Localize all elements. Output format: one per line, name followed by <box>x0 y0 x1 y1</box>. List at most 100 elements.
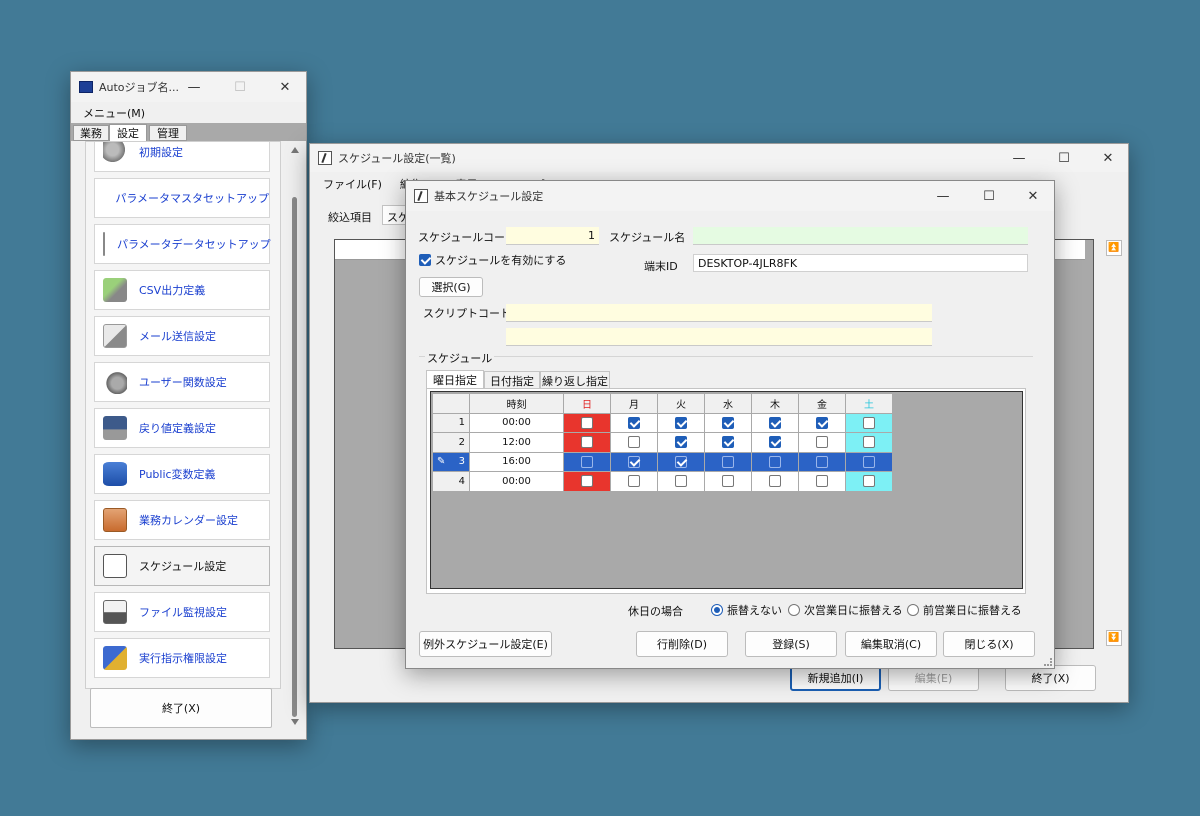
day-cell[interactable] <box>798 432 846 453</box>
menu-item-file-watch[interactable]: ファイル監視設定 <box>94 592 270 632</box>
checked-checkbox-icon[interactable] <box>769 436 781 449</box>
unchecked-checkbox-icon[interactable] <box>863 475 875 488</box>
schedule-list-titlebar[interactable]: スケジュール設定(一覧) — ☐ ✕ <box>310 144 1128 172</box>
script-code-field[interactable] <box>506 304 932 322</box>
day-cell[interactable] <box>798 412 846 433</box>
tab-date[interactable]: 日付指定 <box>484 371 540 389</box>
resize-grip-icon[interactable] <box>1044 658 1052 666</box>
row-number[interactable]: 1 <box>432 412 470 433</box>
menu-item-return-value[interactable]: 戻り値定義設定 <box>94 408 270 448</box>
maximize-icon[interactable]: ☐ <box>217 72 263 102</box>
menu-item-initial-settings[interactable]: 初期設定 <box>94 142 270 172</box>
unchecked-checkbox-icon[interactable] <box>581 475 593 488</box>
unchecked-checkbox-icon[interactable] <box>675 475 687 488</box>
table-row[interactable]: 4 00:00 <box>432 471 893 492</box>
day-cell[interactable] <box>751 471 799 492</box>
close-icon[interactable]: ✕ <box>1010 181 1056 211</box>
day-cell[interactable] <box>657 471 705 492</box>
checked-checkbox-icon[interactable] <box>816 416 828 429</box>
tab-weekday[interactable]: 曜日指定 <box>426 370 484 389</box>
row-number[interactable]: ✎ 3 <box>432 451 470 472</box>
day-cell[interactable] <box>610 432 658 453</box>
holiday-option-none[interactable]: 振替えない <box>711 602 782 618</box>
maximize-icon[interactable]: ☐ <box>1041 144 1087 172</box>
time-cell[interactable]: 00:00 <box>469 412 564 433</box>
day-cell[interactable] <box>798 471 846 492</box>
maximize-icon[interactable]: ☐ <box>966 181 1012 211</box>
schedule-code-field[interactable]: 1 <box>506 227 599 245</box>
day-cell[interactable] <box>845 432 893 453</box>
tab-repeat[interactable]: 繰り返し指定 <box>540 371 610 389</box>
day-cell[interactable] <box>704 412 752 433</box>
menu-item-menu[interactable]: メニュー(M) <box>83 105 145 121</box>
close-dialog-button[interactable]: 閉じる(X) <box>943 631 1035 657</box>
move-top-icon[interactable]: ⏫ <box>1106 240 1122 256</box>
unchecked-checkbox-icon[interactable] <box>581 416 593 429</box>
enable-schedule-checkbox[interactable]: スケジュールを有効にする <box>419 252 566 268</box>
move-bottom-icon[interactable]: ⏬ <box>1106 630 1122 646</box>
checked-checkbox-icon[interactable] <box>675 436 687 449</box>
tab-business[interactable]: 業務 <box>73 125 109 141</box>
menu-item-mail-settings[interactable]: メール送信設定 <box>94 316 270 356</box>
day-cell[interactable] <box>657 432 705 453</box>
minimize-icon[interactable]: — <box>920 181 966 211</box>
menu-item-user-function[interactable]: ユーザー関数設定 <box>94 362 270 402</box>
unchecked-checkbox-icon[interactable] <box>628 475 640 488</box>
day-cell[interactable] <box>610 412 658 433</box>
select-button[interactable]: 選択(G) <box>419 277 483 297</box>
weekday-grid[interactable]: 時刻 日 月 火 水 木 金 土 1 00:00 2 12:00 ✎ 3 16:00 4… <box>430 391 1023 589</box>
delete-row-button[interactable]: 行削除(D) <box>636 631 728 657</box>
cancel-edit-button[interactable]: 編集取消(C) <box>845 631 937 657</box>
minimize-icon[interactable]: — <box>171 72 217 102</box>
menu-item-execution-permission[interactable]: 実行指示権限設定 <box>94 638 270 678</box>
day-cell[interactable] <box>751 432 799 453</box>
checked-checkbox-icon[interactable] <box>722 436 734 449</box>
close-icon[interactable]: ✕ <box>1085 144 1131 172</box>
row-number[interactable]: 4 <box>432 471 470 492</box>
unchecked-checkbox-icon[interactable] <box>816 475 828 488</box>
day-cell[interactable] <box>751 412 799 433</box>
menu-item-schedule-settings[interactable]: スケジュール設定 <box>94 546 270 586</box>
holiday-option-prev[interactable]: 前営業日に振替える <box>907 602 1022 618</box>
close-icon[interactable]: ✕ <box>262 72 308 102</box>
unchecked-checkbox-icon[interactable] <box>722 455 734 468</box>
minimize-icon[interactable]: — <box>996 144 1042 172</box>
day-cell[interactable] <box>610 451 658 472</box>
left-exit-button[interactable]: 終了(X) <box>90 688 272 728</box>
time-cell[interactable]: 00:00 <box>469 471 564 492</box>
terminal-id-field[interactable]: DESKTOP-4JLR8FK <box>693 254 1028 272</box>
unchecked-checkbox-icon[interactable] <box>816 455 828 468</box>
day-cell[interactable] <box>798 451 846 472</box>
day-cell[interactable] <box>657 451 705 472</box>
scroll-thumb[interactable] <box>292 197 297 717</box>
day-cell[interactable] <box>845 451 893 472</box>
script-code-field-2[interactable] <box>506 328 932 346</box>
day-cell[interactable] <box>704 471 752 492</box>
menu-file[interactable]: ファイル(F) <box>323 176 382 192</box>
unchecked-checkbox-icon[interactable] <box>769 475 781 488</box>
tab-admin[interactable]: 管理 <box>149 125 187 141</box>
day-cell[interactable] <box>563 451 611 472</box>
day-cell[interactable] <box>704 432 752 453</box>
scroll-up-icon[interactable] <box>291 147 299 153</box>
menu-item-public-variable[interactable]: Public変数定義 <box>94 454 270 494</box>
dialog-titlebar[interactable]: 基本スケジュール設定 — ☐ ✕ <box>406 181 1054 211</box>
checked-checkbox-icon[interactable] <box>628 455 640 468</box>
day-cell[interactable] <box>610 471 658 492</box>
table-row[interactable]: ✎ 3 16:00 <box>432 451 893 472</box>
day-cell[interactable] <box>845 471 893 492</box>
register-button[interactable]: 登録(S) <box>745 631 837 657</box>
menu-item-business-calendar[interactable]: 業務カレンダー設定 <box>94 500 270 540</box>
unchecked-checkbox-icon[interactable] <box>581 436 593 449</box>
day-cell[interactable] <box>563 412 611 433</box>
unchecked-checkbox-icon[interactable] <box>863 455 875 468</box>
checked-checkbox-icon[interactable] <box>769 416 781 429</box>
menu-item-param-master[interactable]: パラメータマスタセットアップ <box>94 178 270 218</box>
tab-settings[interactable]: 設定 <box>109 124 147 141</box>
checked-checkbox-icon[interactable] <box>628 416 640 429</box>
unchecked-checkbox-icon[interactable] <box>581 455 593 468</box>
menu-item-param-data[interactable]: パラメータデータセットアップ <box>94 224 271 264</box>
unchecked-checkbox-icon[interactable] <box>769 455 781 468</box>
unchecked-checkbox-icon[interactable] <box>722 475 734 488</box>
unchecked-checkbox-icon[interactable] <box>628 436 640 449</box>
